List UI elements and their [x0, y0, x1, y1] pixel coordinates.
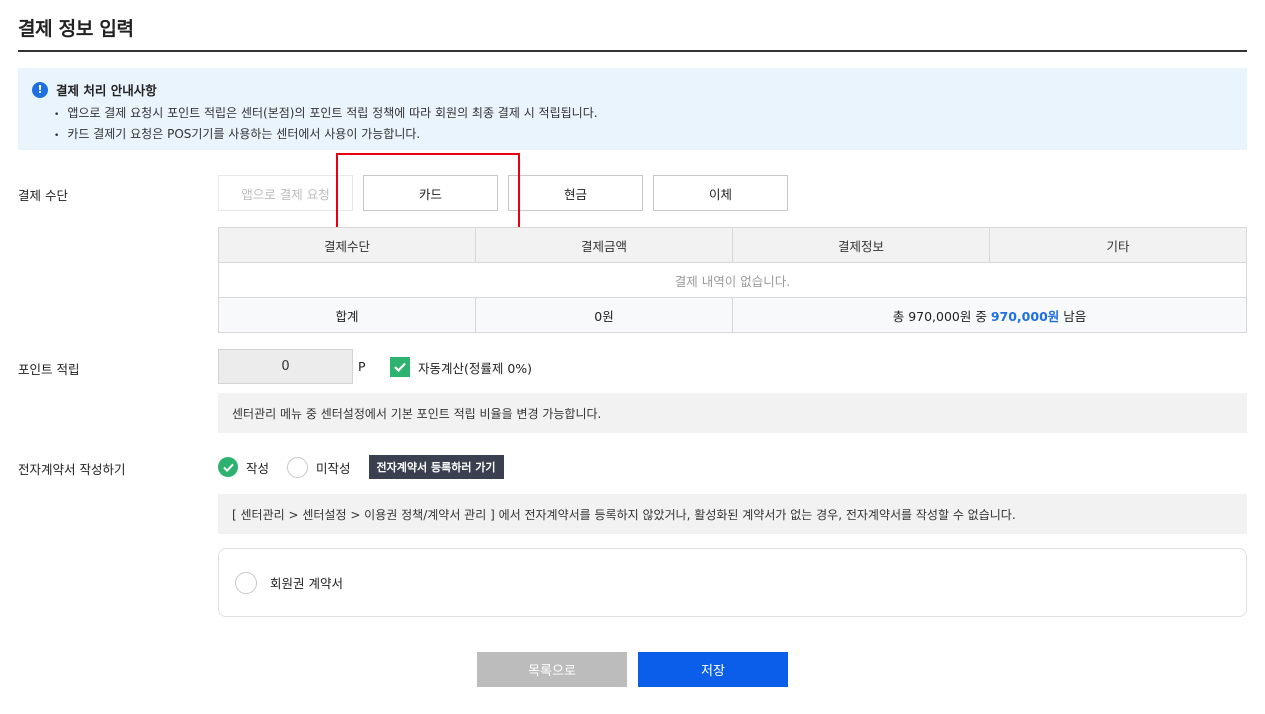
contract-info: [ 센터관리 > 센터설정 > 이용권 정책/계약서 관리 ] 에서 전자계약서… [218, 494, 1247, 534]
cash-payment-button[interactable]: 현금 [508, 175, 643, 211]
notice-item: 카드 결제기 요청은 POS기기를 사용하는 센터에서 사용이 가능합니다. [54, 125, 1233, 146]
radio-unchecked-icon [235, 571, 257, 594]
notice-header: ! 결제 처리 안내사항 [32, 80, 1233, 99]
back-to-list-button[interactable]: 목록으로 [477, 652, 627, 687]
notice-list: 앱으로 결제 요청시 포인트 적립은 센터(본점)의 포인트 적립 정책에 따라… [32, 104, 1233, 146]
auto-calc-label: 자동계산(정률제 0%) [418, 360, 533, 376]
register-contract-button[interactable]: 전자계약서 등록하러 가기 [368, 455, 504, 479]
points-unit: P [358, 359, 366, 374]
app-payment-request-button[interactable]: 앱으로 결제 요청 [218, 175, 353, 211]
table-header-row: 결제수단 결제금액 결제정보 기타 [218, 227, 1247, 263]
payment-method-label: 결제 수단 [18, 188, 68, 203]
contract-radio-group: 작성 미작성 전자계약서 등록하러 가기 [218, 455, 504, 479]
title-divider [18, 50, 1247, 52]
payment-method-buttons: 앱으로 결제 요청 카드 현금 이체 [218, 175, 788, 211]
auto-calc-checkbox[interactable]: 자동계산(정률제 0%) [390, 357, 532, 377]
info-icon: ! [32, 81, 48, 98]
save-button[interactable]: 저장 [638, 652, 788, 687]
total-label: 합계 [218, 297, 476, 333]
total-row: 합계 0원 총 970,000원 중 970,000원 남음 [218, 297, 1247, 333]
column-header: 결제수단 [218, 227, 476, 263]
column-header: 결제정보 [732, 227, 990, 263]
remaining-suffix: 남음 [1059, 308, 1087, 324]
column-header: 결제금액 [475, 227, 733, 263]
radio-no-write[interactable]: 미작성 [287, 456, 351, 478]
remaining-value: 970,000원 [990, 308, 1060, 324]
notice-title: 결제 처리 안내사항 [56, 83, 157, 98]
radio-no-write-label: 미작성 [316, 460, 351, 476]
empty-message: 결제 내역이 없습니다. [218, 262, 1247, 298]
payment-table: 결제수단 결제금액 결제정보 기타 결제 내역이 없습니다. 합계 0원 총 9… [218, 227, 1247, 333]
remaining-amount: 총 970,000원 중 970,000원 남음 [732, 297, 1247, 333]
remaining-prefix: 총 970,000원 중 [892, 308, 991, 324]
transfer-payment-button[interactable]: 이체 [653, 175, 788, 211]
radio-unchecked-icon [287, 456, 309, 478]
radio-write[interactable]: 작성 [218, 457, 269, 477]
notice-box: ! 결제 처리 안내사항 앱으로 결제 요청시 포인트 적립은 센터(본점)의 … [18, 68, 1247, 150]
radio-checked-icon [218, 457, 238, 477]
points-info: 센터관리 메뉴 중 센터설정에서 기본 포인트 적립 비율을 변경 가능합니다. [218, 393, 1247, 433]
notice-item: 앱으로 결제 요청시 포인트 적립은 센터(본점)의 포인트 적립 정책에 따라… [54, 104, 1233, 125]
contract-option-card[interactable]: 회원권 계약서 [218, 548, 1247, 617]
page-title: 결제 정보 입력 [18, 18, 134, 40]
checkbox-checked-icon [390, 357, 410, 377]
points-input[interactable] [218, 349, 353, 384]
column-header: 기타 [989, 227, 1247, 263]
table-row: 결제 내역이 없습니다. [218, 262, 1247, 298]
points-label: 포인트 적립 [18, 362, 80, 377]
membership-contract-label: 회원권 계약서 [270, 576, 343, 591]
contract-label: 전자계약서 작성하기 [18, 462, 126, 477]
card-payment-button[interactable]: 카드 [363, 175, 498, 211]
total-amount: 0원 [475, 297, 733, 333]
radio-write-label: 작성 [246, 460, 270, 476]
